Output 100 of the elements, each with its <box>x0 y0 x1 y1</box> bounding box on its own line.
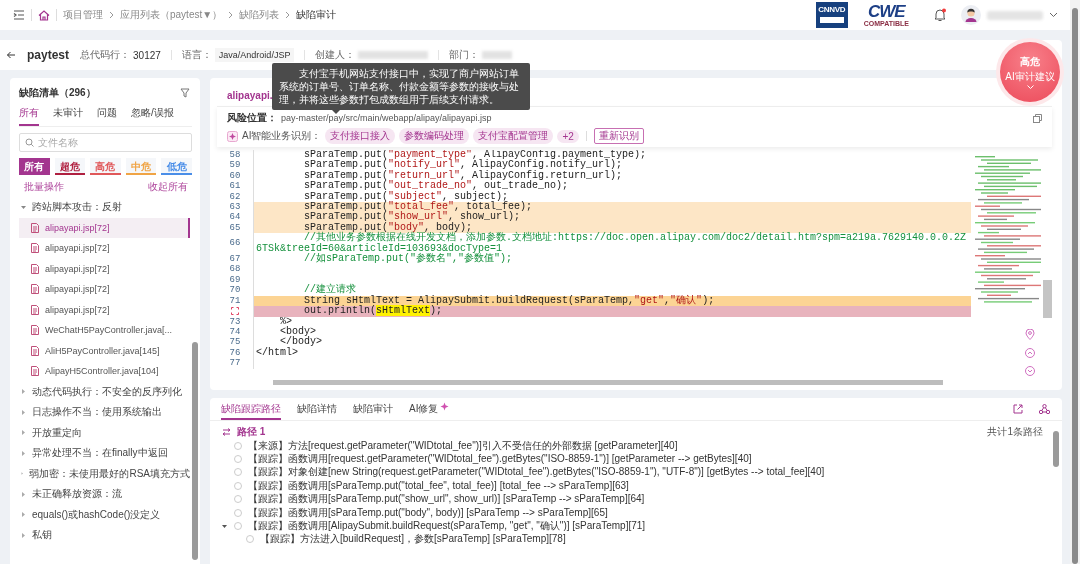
file-item[interactable]: alipayapi.jsp[72] <box>19 258 190 279</box>
file-item[interactable]: WeChatH5PayController.java[... <box>19 320 190 341</box>
filter-tab[interactable]: 问题 <box>97 106 117 126</box>
category-item[interactable]: 开放重定向 <box>32 425 82 440</box>
code-line: sParaTemp.put("return_url", AlipayConfig.return_url); <box>303 170 624 181</box>
avatar-icon[interactable] <box>961 5 981 25</box>
severity-chip[interactable]: 所有 <box>19 158 50 175</box>
caret-right-icon[interactable] <box>21 491 26 497</box>
category-item[interactable]: equals()或hashCode()没定义 <box>32 507 161 522</box>
batch-link[interactable]: 批量操作 <box>24 180 64 194</box>
bell-icon[interactable] <box>933 8 947 22</box>
filter-tab[interactable]: 未审计 <box>53 106 83 126</box>
file-item[interactable]: AlipayH5Controller.java[104] <box>19 361 190 382</box>
file-icon <box>31 284 39 295</box>
copy-icon[interactable] <box>1033 113 1042 123</box>
scroll-down-icon[interactable] <box>1025 366 1035 376</box>
trace-step[interactable]: 【跟踪】函数调用[request.getParameter("WIDtotal_fee").getBytes("ISO-8859-1")] [getParameter --> getBytes][40] <box>248 452 752 467</box>
line-number: 75 <box>229 337 241 348</box>
line-number: 70 <box>229 285 241 296</box>
code-line: sParaTemp.put("notify_url", AlipayConfig.notify_url); <box>303 160 623 171</box>
detail-tab[interactable]: 缺陷跟踪路径 <box>221 398 281 420</box>
severity-chip[interactable]: 高危 <box>90 158 121 175</box>
file-icon <box>31 325 39 336</box>
detail-tab[interactable]: 缺陷详情 <box>297 398 337 420</box>
ai-detection-label: AI智能业务识别： <box>242 129 322 143</box>
code-line: sParaTemp.put("body", body); <box>303 222 473 233</box>
reidentify-button[interactable]: 重新识别 <box>593 128 644 144</box>
code-lines-label: 总代码行： <box>80 48 131 62</box>
line-number: 64 <box>229 212 241 223</box>
category-item[interactable]: 异常处理不当：在finally中返回 <box>32 446 168 461</box>
line-number: 61 <box>229 181 241 192</box>
code-line: String sHtmlText = AlipaySubmit.buildRequest(sParaTemp,"get","确认"); <box>303 295 716 306</box>
filter-tab[interactable]: 忽略/误报 <box>131 106 174 126</box>
caret-down-icon[interactable] <box>21 204 26 210</box>
trace-step[interactable]: 【跟踪】函数调用[sParaTemp.put("body", body)] [sParaTemp --> sParaTemp][65] <box>248 505 608 520</box>
line-number: 69 <box>229 274 241 286</box>
export-icon[interactable] <box>1013 404 1023 414</box>
filter-icon[interactable] <box>180 88 190 98</box>
line-number: 58 <box>229 150 241 161</box>
category-item[interactable]: 私钥 <box>32 528 52 543</box>
caret-right-icon[interactable] <box>21 512 26 518</box>
caret-right-icon[interactable] <box>21 450 26 456</box>
menu-icon[interactable] <box>13 10 25 20</box>
trace-step[interactable]: 【跟踪】函数调用[sParaTemp.put("show_url", show_url)] [sParaTemp --> sParaTemp][64] <box>248 492 645 507</box>
blurred-creator <box>358 51 429 59</box>
chevron-down-icon[interactable] <box>1049 12 1058 18</box>
trace-step[interactable]: 【来源】方法[request.getParameter("WIDtotal_fee")]引入不受信任的外部数据 [getParameter][40] <box>248 438 678 453</box>
network-icon[interactable] <box>1039 404 1050 414</box>
code-line: sParaTemp.put("subject", subject); <box>303 191 509 202</box>
trace-step[interactable]: 【跟踪】函数调用[sParaTemp.put("total_fee", total_fee)] [total_fee --> sParaTemp][63] <box>248 478 629 493</box>
business-tag: 支付宝配置管理 <box>473 128 554 144</box>
code-line: </html> <box>256 347 298 359</box>
code-line: </body> <box>280 337 324 348</box>
back-arrow-icon[interactable] <box>6 51 16 59</box>
category-item[interactable]: 日志操作不当：使用系统输出 <box>32 405 162 420</box>
caret-right-icon[interactable] <box>21 532 26 538</box>
breadcrumb-item[interactable]: 项目管理 <box>63 8 103 22</box>
caret-right-icon[interactable] <box>21 389 26 395</box>
detail-tab[interactable]: 缺陷审计 <box>353 398 393 420</box>
caret-right-icon[interactable] <box>21 409 26 415</box>
business-tag: 支付接口接入 <box>325 128 396 144</box>
path-count: 共计1条路径 <box>987 425 1043 439</box>
file-item[interactable]: alipayapi.jsp[72] <box>19 279 190 300</box>
file-item[interactable]: AliH5PayController.java[145] <box>19 340 190 361</box>
collapse-all-link[interactable]: 收起所有 <box>148 180 188 194</box>
category-item[interactable]: 弱加密：未使用最好的RSA填充方式 <box>29 466 190 481</box>
scrollbar[interactable] <box>1070 0 1080 564</box>
path-title: 路径 1 <box>237 425 266 439</box>
breadcrumb-item[interactable]: 缺陷列表 <box>239 8 280 22</box>
search-field[interactable]: 文件名称 <box>19 133 192 152</box>
trace-step[interactable]: 【跟踪】函数调用[AlipaySubmit.buildRequest(sParaTemp, "get", "确认")] [sParaTemp][71] <box>248 519 646 534</box>
filter-tab[interactable]: 所有 <box>19 106 39 126</box>
location-pin-icon[interactable] <box>1025 329 1035 340</box>
detail-tab[interactable]: AI修复 <box>409 398 439 420</box>
category-item[interactable]: 未正确释放资源：流 <box>32 487 122 502</box>
home-icon[interactable] <box>38 9 50 21</box>
creator-label: 创建人： <box>315 48 356 62</box>
file-item[interactable]: alipayapi.jsp[72] <box>19 299 190 320</box>
scroll-up-icon[interactable] <box>1025 348 1035 358</box>
caret-down-icon[interactable] <box>222 523 227 529</box>
trace-step[interactable]: 【跟踪】对象创建[new String(request.getParameter("WIDtotal_fee").getBytes("ISO-8859-1"), "UTF-8")] [getBytes --> total_fee][40] <box>248 465 825 480</box>
scrollbar[interactable] <box>273 379 943 386</box>
file-item[interactable]: alipayapi.jsp[72] <box>19 217 190 238</box>
category-item[interactable]: 跨站脚本攻击：反射 <box>32 200 122 215</box>
code-line: <body> <box>279 326 317 338</box>
code-line: %> <box>279 316 293 327</box>
ai-icon <box>227 130 238 142</box>
severity-chip[interactable]: 超危 <box>54 158 86 175</box>
file-item[interactable]: alipayapi.jsp[72] <box>19 238 190 259</box>
breadcrumb-item[interactable]: 应用列表（paytest▼） <box>120 8 223 22</box>
caret-right-icon[interactable] <box>21 430 26 436</box>
language-label: 语言： <box>181 48 212 62</box>
business-tag: 参数编码处理 <box>399 128 470 144</box>
search-icon <box>25 138 34 147</box>
department-label: 部门： <box>449 48 480 62</box>
category-item[interactable]: 动态代码执行：不安全的反序列化 <box>32 384 182 399</box>
business-tag: +2 <box>557 129 579 143</box>
trace-step[interactable]: 【跟踪】方法进入[buildRequest]，参数[sParaTemp] [sParaTemp][78] <box>260 532 566 547</box>
code-line: sParaTemp.put("total_fee", total_fee); <box>303 202 534 213</box>
breadcrumb-item: 缺陷审计 <box>296 8 337 22</box>
